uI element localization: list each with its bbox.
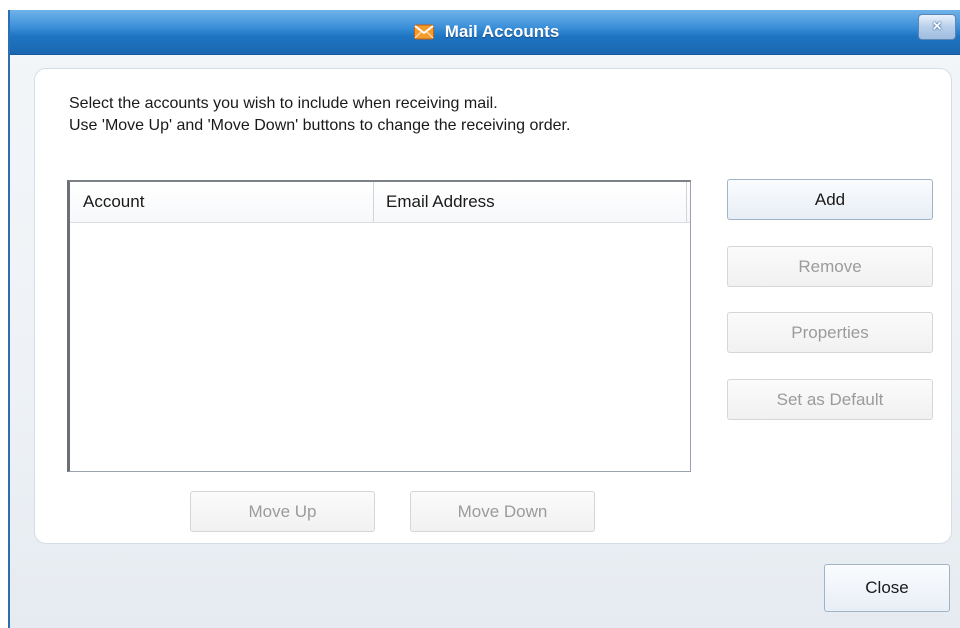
instruction-line-1: Select the accounts you wish to include … <box>69 95 498 112</box>
instructions-text: Select the accounts you wish to include … <box>69 93 570 137</box>
accounts-list[interactable]: Account Email Address <box>67 180 691 472</box>
properties-button[interactable]: Properties <box>727 312 933 353</box>
set-as-default-button[interactable]: Set as Default <box>727 379 933 420</box>
instruction-line-2: Use 'Move Up' and 'Move Down' buttons to… <box>69 117 571 134</box>
move-down-button[interactable]: Move Down <box>410 491 595 532</box>
window-title: Mail Accounts <box>444 22 560 41</box>
title-bar: Mail Accounts × <box>10 10 960 55</box>
mail-envelope-icon <box>413 21 435 43</box>
close-button[interactable]: Close <box>824 564 950 612</box>
remove-button[interactable]: Remove <box>727 246 933 287</box>
column-header-email-address[interactable]: Email Address <box>374 182 687 222</box>
list-header: Account Email Address <box>70 182 690 223</box>
column-header-account[interactable]: Account <box>70 182 374 222</box>
move-up-button[interactable]: Move Up <box>190 491 375 532</box>
close-window-button[interactable]: × <box>918 14 956 40</box>
accounts-panel: Select the accounts you wish to include … <box>34 68 952 544</box>
close-icon: × <box>932 18 942 35</box>
add-button[interactable]: Add <box>727 179 933 220</box>
mail-accounts-window: Mail Accounts × Select the accounts you … <box>8 10 960 628</box>
